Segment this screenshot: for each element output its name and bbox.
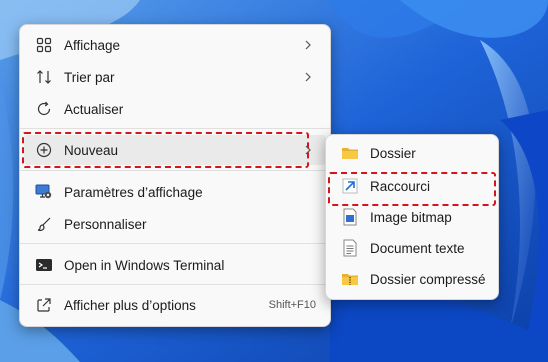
chevron-right-icon bbox=[300, 72, 316, 82]
shortcut-hint: Shift+F10 bbox=[268, 299, 316, 311]
menu-item-personnaliser[interactable]: Personnaliser bbox=[24, 209, 326, 239]
menu-item-nouveau[interactable]: Nouveau bbox=[24, 135, 326, 165]
share-icon bbox=[34, 295, 54, 315]
menu-item-label: Afficher plus d’options bbox=[64, 297, 196, 313]
folder-icon bbox=[340, 143, 360, 163]
submenu-item-label: Image bitmap bbox=[370, 209, 452, 225]
chevron-right-icon bbox=[300, 145, 316, 155]
chevron-right-icon bbox=[300, 40, 316, 50]
submenu-item-label: Dossier compressé bbox=[370, 271, 486, 287]
menu-separator bbox=[20, 243, 330, 244]
terminal-icon bbox=[34, 255, 54, 275]
menu-item-label: Nouveau bbox=[64, 142, 119, 158]
menu-item-label: Trier par bbox=[64, 69, 115, 85]
submenu-item-dossier-compresse[interactable]: Dossier compressé bbox=[330, 264, 494, 294]
shortcut-arrow-icon bbox=[340, 176, 360, 196]
context-menu: Affichage Trier par Actualiser Nouveau P… bbox=[19, 24, 331, 327]
menu-separator bbox=[20, 128, 330, 129]
menu-item-actualiser[interactable]: Actualiser bbox=[24, 94, 326, 124]
bitmap-icon bbox=[340, 207, 360, 227]
submenu-item-label: Document texte bbox=[370, 240, 465, 256]
menu-separator bbox=[20, 284, 330, 285]
submenu-item-label: Raccourci bbox=[370, 178, 431, 194]
text-document-icon bbox=[340, 238, 360, 258]
submenu-item-image-bitmap[interactable]: Image bitmap bbox=[330, 202, 494, 232]
submenu-item-document-texte[interactable]: Document texte bbox=[330, 233, 494, 263]
menu-item-label: Personnaliser bbox=[64, 216, 147, 232]
submenu-item-label: Dossier bbox=[370, 145, 416, 161]
refresh-icon bbox=[34, 99, 54, 119]
menu-item-label: Affichage bbox=[64, 37, 121, 53]
submenu-item-raccourci[interactable]: Raccourci bbox=[330, 171, 494, 201]
submenu-item-dossier[interactable]: Dossier bbox=[330, 138, 494, 168]
menu-item-afficher-plus-options[interactable]: Afficher plus d’options Shift+F10 bbox=[24, 290, 326, 320]
zip-folder-icon bbox=[340, 269, 360, 289]
submenu-nouveau: Dossier Raccourci Image bitmap Document … bbox=[325, 134, 499, 300]
sort-icon bbox=[34, 67, 54, 87]
menu-separator bbox=[20, 170, 330, 171]
menu-item-trier-par[interactable]: Trier par bbox=[24, 62, 326, 92]
brush-icon bbox=[34, 214, 54, 234]
menu-item-affichage[interactable]: Affichage bbox=[24, 30, 326, 60]
grid-icon bbox=[34, 35, 54, 55]
menu-item-label: Actualiser bbox=[64, 101, 124, 117]
menu-item-label: Open in Windows Terminal bbox=[64, 257, 225, 273]
menu-item-open-terminal[interactable]: Open in Windows Terminal bbox=[24, 250, 326, 280]
menu-item-label: Paramètres d’affichage bbox=[64, 184, 203, 200]
menu-item-parametres-affichage[interactable]: Paramètres d’affichage bbox=[24, 177, 326, 207]
display-settings-icon bbox=[34, 182, 54, 202]
add-circle-icon bbox=[34, 140, 54, 160]
